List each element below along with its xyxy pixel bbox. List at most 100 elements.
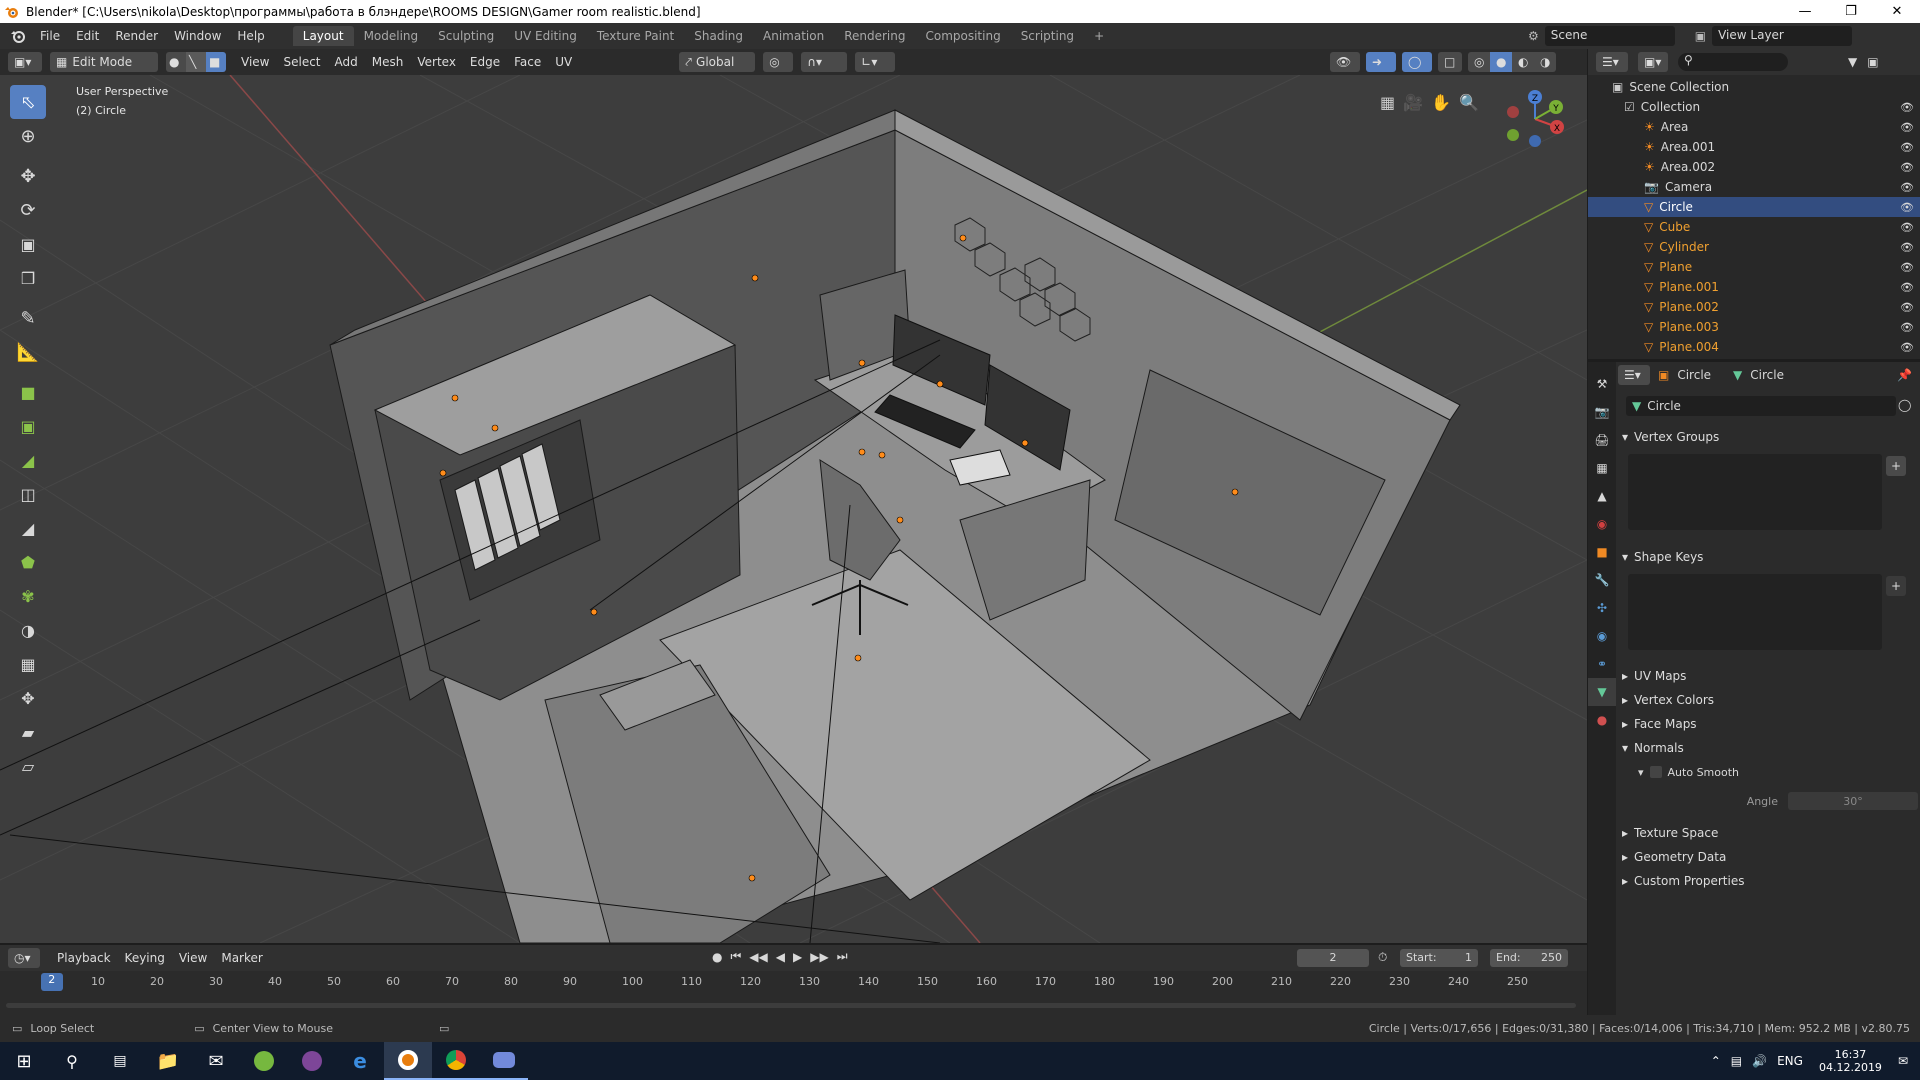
cursor-tool[interactable]: ⊕ [10,119,46,153]
annotate-tool[interactable]: ✎ [10,301,46,335]
view-layer-selector[interactable]: View Layer [1712,26,1853,46]
pan-hand-icon[interactable]: ✋ [1431,93,1451,112]
mail-app[interactable]: ✉ [192,1042,240,1080]
timeline-menu-view[interactable]: View [172,951,214,965]
vertex-colors-panel-header[interactable]: ▸ Vertex Colors [1618,689,1918,711]
vertex-select-button[interactable]: ● [166,52,186,72]
add-shape-key-button[interactable]: + [1886,576,1906,596]
vp-menu-add[interactable]: Add [328,55,365,69]
outliner-item-area-002[interactable]: ☀ Area.002 👁 [1588,157,1920,177]
inset-tool[interactable]: ▣ [10,409,46,443]
scene-selector[interactable]: Scene [1544,26,1675,46]
outliner-collection[interactable]: ☑ Collection 👁 [1588,97,1920,117]
pin-icon[interactable]: 📌 [1897,368,1912,382]
tab-animation[interactable]: Animation [753,26,834,46]
modifier-props-tab[interactable]: 🔧 [1588,566,1616,594]
timeline-menu-marker[interactable]: Marker [214,951,269,965]
shape-keys-panel-header[interactable]: ▾ Shape Keys [1618,546,1918,568]
explorer-app[interactable]: 📁 [144,1042,192,1080]
scene-wireframe[interactable] [0,75,1587,943]
tool-props-tab[interactable]: ⚒ [1588,370,1616,398]
record-icon[interactable]: ● [712,950,722,964]
auto-smooth-checkbox[interactable] [1649,766,1662,778]
outliner-item-plane[interactable]: ▽ Plane 👁 [1588,257,1920,277]
timeline-menu-playback[interactable]: Playback [50,951,118,965]
bevel-tool[interactable]: ◢ [10,443,46,477]
outliner-item-circle[interactable]: ▽ Circle 👁 [1588,197,1920,217]
timeline-scrollbar[interactable] [6,1003,1576,1008]
physics-props-tab[interactable]: ◉ [1588,622,1616,650]
task-view-button[interactable]: ▤ [96,1042,144,1080]
eye-icon[interactable]: 👁 [1900,201,1914,214]
utorrent-app[interactable] [240,1042,288,1080]
vp-menu-face[interactable]: Face [507,55,548,69]
outliner-item-area[interactable]: ☀ Area 👁 [1588,117,1920,137]
volume-icon[interactable]: 🔊 [1752,1054,1767,1068]
clock[interactable]: 16:37 04.12.2019 [1819,1048,1882,1074]
snap-button[interactable]: ∩▾ [801,52,848,72]
pivot-point-button[interactable]: ◎ [763,52,794,72]
eye-icon[interactable]: 👁 [1900,101,1914,114]
neg-x-handle[interactable] [1507,106,1519,118]
solid-shading-button[interactable]: ● [1490,52,1512,72]
timeline-menu-keying[interactable]: Keying [118,951,172,965]
uv-maps-panel-header[interactable]: ▸ UV Maps [1618,665,1918,687]
restore-button[interactable]: ❐ [1828,0,1874,23]
add-workspace-button[interactable]: + [1084,26,1114,46]
filter-icon[interactable]: ▼ [1848,55,1857,69]
outliner-item-camera[interactable]: 📷 Camera 👁 [1588,177,1920,197]
face-maps-panel-header[interactable]: ▸ Face Maps [1618,713,1918,735]
wireframe-shading-button[interactable]: ◎ [1468,52,1490,72]
measure-tool[interactable]: 📐 [10,335,46,369]
vp-menu-mesh[interactable]: Mesh [365,55,411,69]
object-props-tab[interactable]: ■ [1588,538,1616,566]
display-mode-button[interactable]: ▣▾ [1638,52,1668,72]
current-frame-field[interactable]: 2 [1297,949,1369,967]
eye-icon[interactable]: 👁 [1900,341,1914,354]
outliner-scene-collection[interactable]: ▣ Scene Collection [1588,77,1920,97]
jump-start-icon[interactable]: ⏮ [730,949,741,964]
tab-shading[interactable]: Shading [684,26,753,46]
blender-app[interactable] [384,1042,432,1080]
view-layer-props-tab[interactable]: ▦ [1588,454,1616,482]
mesh-data-props-tab[interactable]: ▼ [1588,678,1616,706]
notifications-icon[interactable]: ✉ [1898,1054,1908,1068]
play-reverse-icon[interactable]: ◀ [776,950,785,964]
mode-selector[interactable]: ▦ Edit Mode [50,52,158,72]
stopwatch-icon[interactable]: ⏱ [1378,950,1387,965]
eye-icon[interactable]: 👁 [1900,141,1914,154]
xray-button[interactable]: □ [1438,52,1462,72]
timeline-editor-type[interactable]: ◷▾ [8,948,40,968]
vertex-groups-list[interactable] [1628,454,1882,530]
zoom-icon[interactable]: 🔍 [1459,93,1479,112]
proportional-edit-button[interactable]: ∟▾ [855,52,896,72]
texture-space-panel-header[interactable]: ▸ Texture Space [1618,822,1918,844]
tab-layout[interactable]: Layout [292,26,354,46]
eye-icon[interactable]: 👁 [1900,221,1914,234]
search-button[interactable]: ⚲ [48,1042,96,1080]
shape-keys-list[interactable] [1628,574,1882,650]
tab-modeling[interactable]: Modeling [354,26,429,46]
tab-scripting[interactable]: Scripting [1011,26,1084,46]
fake-user-shield-icon[interactable]: ◯ [1898,398,1911,412]
new-collection-icon[interactable]: ▣ [1867,55,1878,69]
3d-viewport[interactable]: User Perspective (2) Circle ⬁ ⊕ ✥ ⟳ ▣ ❒ … [0,75,1587,943]
neg-z-handle[interactable] [1529,135,1541,147]
outliner-item-plane-003[interactable]: ▽ Plane.003 👁 [1588,317,1920,337]
menu-file[interactable]: File [32,29,68,43]
outliner-item-cube[interactable]: ▽ Cube 👁 [1588,217,1920,237]
shrink-fatten-tool[interactable]: ✥ [10,681,46,715]
axis-gizmo[interactable]: Z X Y [1497,79,1577,159]
geometry-data-panel-header[interactable]: ▸ Geometry Data [1618,846,1918,868]
knife-tool[interactable]: ◢ [10,511,46,545]
rotate-tool[interactable]: ⟳ [10,193,46,227]
gizmo-toggle-button[interactable]: ➜ [1366,52,1396,72]
tor-app[interactable] [288,1042,336,1080]
minimize-button[interactable]: — [1782,0,1828,23]
vp-menu-edge[interactable]: Edge [463,55,507,69]
eye-icon[interactable]: 👁 [1900,261,1914,274]
add-vertex-group-button[interactable]: + [1886,456,1906,476]
outliner-item-plane-004[interactable]: ▽ Plane.004 👁 [1588,337,1920,357]
outliner-item-plane-002[interactable]: ▽ Plane.002 👁 [1588,297,1920,317]
vp-menu-uv[interactable]: UV [548,55,579,69]
